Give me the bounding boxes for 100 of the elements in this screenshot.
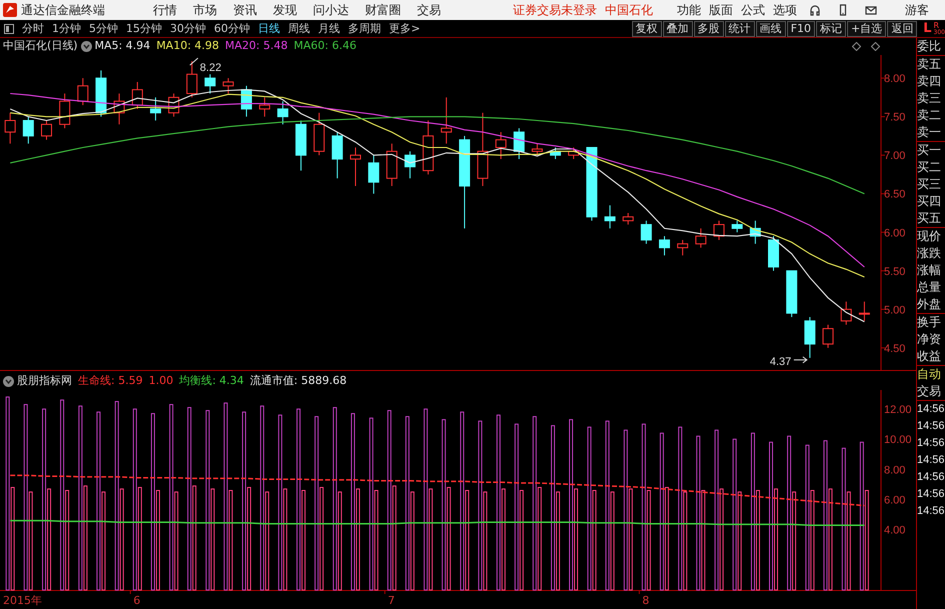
candlestick: [204, 74, 216, 94]
quote-label[interactable]: 交易: [917, 383, 945, 400]
period-tab[interactable]: 更多>: [385, 20, 424, 36]
menu-item[interactable]: 问小达: [305, 1, 357, 19]
quote-label[interactable]: 自动: [917, 366, 945, 383]
corner-letter: L: [923, 20, 932, 38]
candlestick: [41, 120, 52, 140]
axis-label: 10.00: [884, 434, 912, 446]
quote-label[interactable]: 买三: [917, 176, 945, 193]
axis-label: 8.00: [884, 464, 906, 476]
candlestick: [640, 220, 652, 244]
axis-label: 4.50: [884, 342, 906, 355]
menu-item[interactable]: 交易: [409, 1, 449, 19]
quote-label[interactable]: 买一: [917, 142, 945, 159]
period-tab[interactable]: 5分钟: [85, 20, 122, 36]
menu-item[interactable]: 资讯: [225, 1, 265, 19]
toolbar-button[interactable]: 画线: [756, 20, 786, 36]
quote-label[interactable]: 净资: [917, 331, 945, 348]
candlestick: [168, 93, 180, 118]
settings-icon[interactable]: [3, 376, 14, 387]
quote-label[interactable]: 涨幅: [917, 262, 945, 279]
toolbar-button[interactable]: 复权: [632, 20, 662, 36]
quote-label[interactable]: 买四: [917, 193, 945, 210]
indicator-name: 股朋指标网: [17, 373, 72, 390]
period-tab[interactable]: 多周期: [344, 20, 385, 36]
trade-time: 14:56: [917, 453, 945, 468]
candlestick: [77, 78, 88, 106]
period-tab[interactable]: 月线: [314, 20, 344, 36]
period-tab[interactable]: 周线: [284, 20, 314, 36]
candlestick: [568, 147, 580, 160]
candlestick: [840, 301, 852, 326]
mail-icon[interactable]: [865, 4, 877, 16]
menu-item[interactable]: 市场: [185, 1, 225, 19]
panel-toggle-icon[interactable]: [4, 24, 14, 34]
legend-text: 流通市值: 5889.68: [250, 373, 347, 390]
candlestick: [550, 147, 561, 160]
quote-label[interactable]: 卖四: [917, 73, 945, 90]
period-tab[interactable]: 30分钟: [166, 20, 210, 36]
quote-label[interactable]: 卖五: [917, 56, 945, 73]
period-tab[interactable]: 60分钟: [210, 20, 254, 36]
quote-label[interactable]: 买二: [917, 159, 945, 176]
legend-text: 1.00: [148, 373, 174, 390]
series-name: MA5: [94, 38, 119, 54]
notice-text: 中国石化: [604, 2, 654, 19]
settings-icon[interactable]: [80, 41, 92, 52]
menu-item[interactable]: 发现: [265, 1, 305, 19]
candlestick: [604, 204, 616, 229]
period-tab[interactable]: 分时: [18, 20, 48, 36]
toolbar-button[interactable]: F10: [786, 20, 816, 36]
annotation: 4.37: [770, 356, 792, 368]
trade-time: 14:56: [917, 436, 945, 451]
diamond-icon[interactable]: [871, 42, 880, 51]
candlestick: [858, 301, 870, 322]
user-label[interactable]: 游客: [897, 1, 937, 19]
quote-label[interactable]: 卖二: [917, 107, 945, 124]
menu-item[interactable]: 选项: [769, 1, 801, 19]
app-title: 通达信金融终端: [21, 2, 105, 19]
menu-item[interactable]: 功能: [673, 1, 705, 19]
quote-label[interactable]: 卖三: [917, 90, 945, 107]
candlestick: [822, 324, 834, 348]
quote-label[interactable]: 外盘: [917, 296, 945, 313]
candlestick: [59, 93, 70, 129]
quote-label[interactable]: 卖一: [917, 124, 945, 141]
toolbar-button[interactable]: 统计: [724, 20, 755, 36]
menu-item[interactable]: 行情: [145, 1, 185, 19]
candlestick: [750, 220, 761, 244]
candlestick: [622, 212, 634, 226]
candlestick: [732, 220, 743, 233]
quote-label[interactable]: 换手: [917, 314, 945, 331]
menu-item[interactable]: 财富圈: [357, 1, 409, 19]
toolbar-button[interactable]: 叠加: [662, 20, 693, 36]
quote-label[interactable]: 现价: [917, 228, 945, 245]
candlestick: [804, 316, 816, 358]
axis-label: 6.00: [884, 227, 906, 240]
axis-label: 8.00: [884, 73, 906, 86]
period-tab[interactable]: 1分钟: [48, 20, 85, 36]
legend-value: : 4.98: [187, 38, 220, 54]
period-tab[interactable]: 日线: [254, 20, 284, 36]
toolbar-button[interactable]: 多股: [694, 20, 724, 36]
series-name: 均衡线: [179, 373, 212, 390]
toolbar-button[interactable]: 返回: [887, 20, 918, 36]
axis-label: 7.50: [884, 112, 906, 124]
quote-label[interactable]: 买五: [917, 210, 945, 227]
candlestick: [295, 120, 306, 172]
trade-time: 14:56: [917, 402, 945, 417]
toolbar-button[interactable]: +自选: [847, 20, 886, 36]
diamond-icon[interactable]: [852, 42, 861, 51]
candlestick: [677, 239, 688, 256]
quote-label[interactable]: 收益: [917, 348, 945, 365]
menu-item[interactable]: 公式: [737, 1, 769, 19]
quote-label[interactable]: 总量: [917, 279, 945, 296]
phone-icon[interactable]: [837, 4, 849, 16]
headset-icon[interactable]: [809, 4, 821, 16]
period-tab[interactable]: 15分钟: [122, 20, 166, 36]
menu-item[interactable]: 版面: [705, 1, 737, 19]
quote-label[interactable]: 涨跌: [917, 245, 945, 262]
quote-label[interactable]: 委比: [917, 38, 945, 55]
axis-label: 5.50: [884, 266, 906, 278]
legend-value: : 5.48: [256, 38, 288, 54]
toolbar-button[interactable]: 标记: [816, 20, 846, 36]
